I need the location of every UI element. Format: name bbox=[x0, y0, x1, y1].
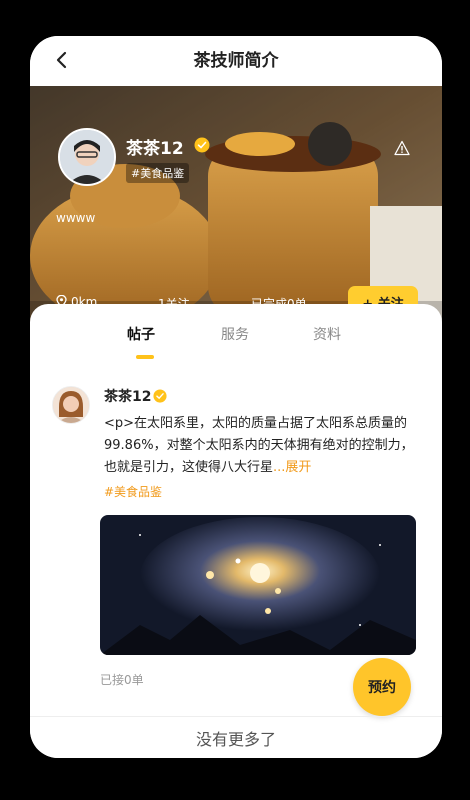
no-more-text: 没有更多了 bbox=[195, 730, 276, 749]
tab-posts[interactable]: 帖子 bbox=[127, 324, 155, 344]
book-button[interactable]: 预约 bbox=[353, 658, 411, 716]
avatar[interactable] bbox=[58, 128, 116, 186]
expand-link[interactable]: ...展开 bbox=[273, 460, 311, 475]
nav-bar: 茶技师简介 bbox=[30, 36, 442, 86]
profile-tag: #美食品鉴 bbox=[126, 163, 190, 183]
active-tab-indicator bbox=[136, 355, 154, 359]
post-avatar-image bbox=[53, 387, 89, 423]
post-author-name: 茶茶12 bbox=[104, 389, 152, 405]
avatar-image bbox=[60, 130, 114, 184]
post-body-text: <p>在太阳系里，太阳的质量占据了太阳系总质量的 99.86%，对整个太阳系内的… bbox=[104, 416, 414, 475]
galaxy-image bbox=[100, 515, 416, 655]
tab-services[interactable]: 服务 bbox=[221, 324, 249, 344]
post-author-avatar[interactable] bbox=[52, 386, 90, 424]
profile-bio: wwww bbox=[56, 211, 96, 225]
profile-header: 茶茶12 #美食品鉴 wwww 0km 1关注 已完成0单 + 关注 bbox=[30, 86, 442, 331]
content-card: 帖子 服务 资料 茶茶12 <p>在太阳系里，太阳的质量占据了太阳系总质量的 9… bbox=[30, 304, 442, 758]
post-verified-badge-icon bbox=[153, 389, 167, 403]
post-image[interactable] bbox=[100, 515, 416, 655]
post-text: <p>在太阳系里，太阳的质量占据了太阳系总质量的 99.86%，对整个太阳系内的… bbox=[104, 413, 416, 479]
tab-bar: 帖子 服务 资料 bbox=[30, 304, 442, 364]
profile-name: 茶茶12 bbox=[126, 139, 184, 159]
page-title: 茶技师简介 bbox=[193, 51, 279, 71]
accepted-orders: 已接0单 bbox=[100, 673, 144, 687]
divider bbox=[30, 716, 442, 717]
phone-screen: 茶技师简介 茶茶12 #美食品鉴 wwww 0km 帖子 服务 资料 茶茶12 … bbox=[30, 36, 442, 758]
verified-badge-icon bbox=[194, 137, 210, 153]
report-warning-icon[interactable] bbox=[394, 140, 410, 156]
post-tag[interactable]: #美食品鉴 bbox=[104, 483, 162, 500]
tab-profile-info[interactable]: 资料 bbox=[313, 324, 341, 344]
